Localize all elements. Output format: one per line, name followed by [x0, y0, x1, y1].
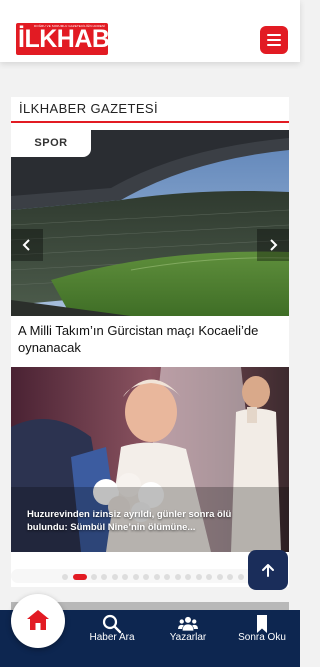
pagination-dot[interactable] — [174, 574, 181, 580]
menu-button[interactable] — [260, 26, 288, 54]
nav-authors-label: Yazarlar — [169, 632, 207, 643]
search-icon — [102, 614, 122, 634]
authors-icon — [178, 616, 198, 631]
bookmark-icon — [257, 615, 267, 633]
pagination-dot[interactable] — [237, 574, 244, 580]
nav-authors[interactable]: Yazarlar — [156, 612, 220, 662]
news-card[interactable]: Huzurevinden izinsiz ayrıldı, günler son… — [11, 367, 289, 552]
pagination-dot[interactable] — [62, 574, 68, 580]
pagination-dot[interactable] — [206, 574, 212, 580]
pagination-dot[interactable] — [153, 574, 160, 580]
nav-home-button[interactable] — [11, 594, 65, 648]
top-header: DOĞRU VE SORUMLU GAZETECİLİĞİN ADRESİ İL… — [0, 0, 300, 62]
chevron-left-icon — [22, 239, 30, 251]
home-icon — [27, 610, 49, 630]
pagination-dot[interactable] — [90, 574, 97, 580]
section-divider — [11, 121, 289, 123]
pagination-dot[interactable] — [185, 574, 191, 580]
pagination-dot[interactable] — [111, 574, 118, 580]
chevron-right-icon — [270, 239, 278, 251]
site-logo[interactable]: DOĞRU VE SORUMLU GAZETECİLİĞİN ADRESİ İL… — [16, 23, 108, 55]
news-caption[interactable]: Huzurevinden izinsiz ayrıldı, günler son… — [27, 508, 267, 534]
category-tag[interactable]: SPOR — [11, 130, 91, 157]
headline-slider-slide[interactable]: SPOR — [11, 130, 289, 316]
nav-search-label: Haber Ara — [89, 632, 135, 643]
pagination-dot[interactable] — [143, 574, 149, 580]
logo-text: İLKHABER — [18, 25, 108, 53]
football-stadium-photo — [11, 130, 289, 316]
pagination-dot[interactable] — [132, 574, 139, 580]
nav-read-later[interactable]: Sonra Oku — [230, 612, 294, 662]
slider-prev-button[interactable] — [11, 229, 43, 261]
arrow-up-icon — [262, 564, 274, 577]
news-section-card: İLKHABER GAZETESİ SPOR A Milli Takım’ın … — [11, 97, 289, 587]
hamburger-menu-icon — [267, 34, 281, 46]
scroll-to-top-button[interactable] — [248, 550, 288, 590]
nav-read-later-label: Sonra Oku — [238, 632, 286, 643]
pagination-dot[interactable] — [227, 574, 233, 580]
pagination-dot[interactable] — [72, 574, 87, 580]
headline-link[interactable]: A Milli Takım’ın Gürcistan maçı Kocaeli’… — [18, 322, 283, 356]
pagination-dot[interactable] — [122, 574, 128, 580]
slider-next-button[interactable] — [257, 229, 289, 261]
pagination-dot[interactable] — [195, 574, 202, 580]
pagination-dot[interactable] — [101, 574, 107, 580]
pagination-dot[interactable] — [164, 574, 170, 580]
nav-search[interactable]: Haber Ara — [80, 612, 144, 662]
section-title: İLKHABER GAZETESİ — [19, 101, 159, 116]
pagination-dot[interactable] — [216, 574, 223, 580]
